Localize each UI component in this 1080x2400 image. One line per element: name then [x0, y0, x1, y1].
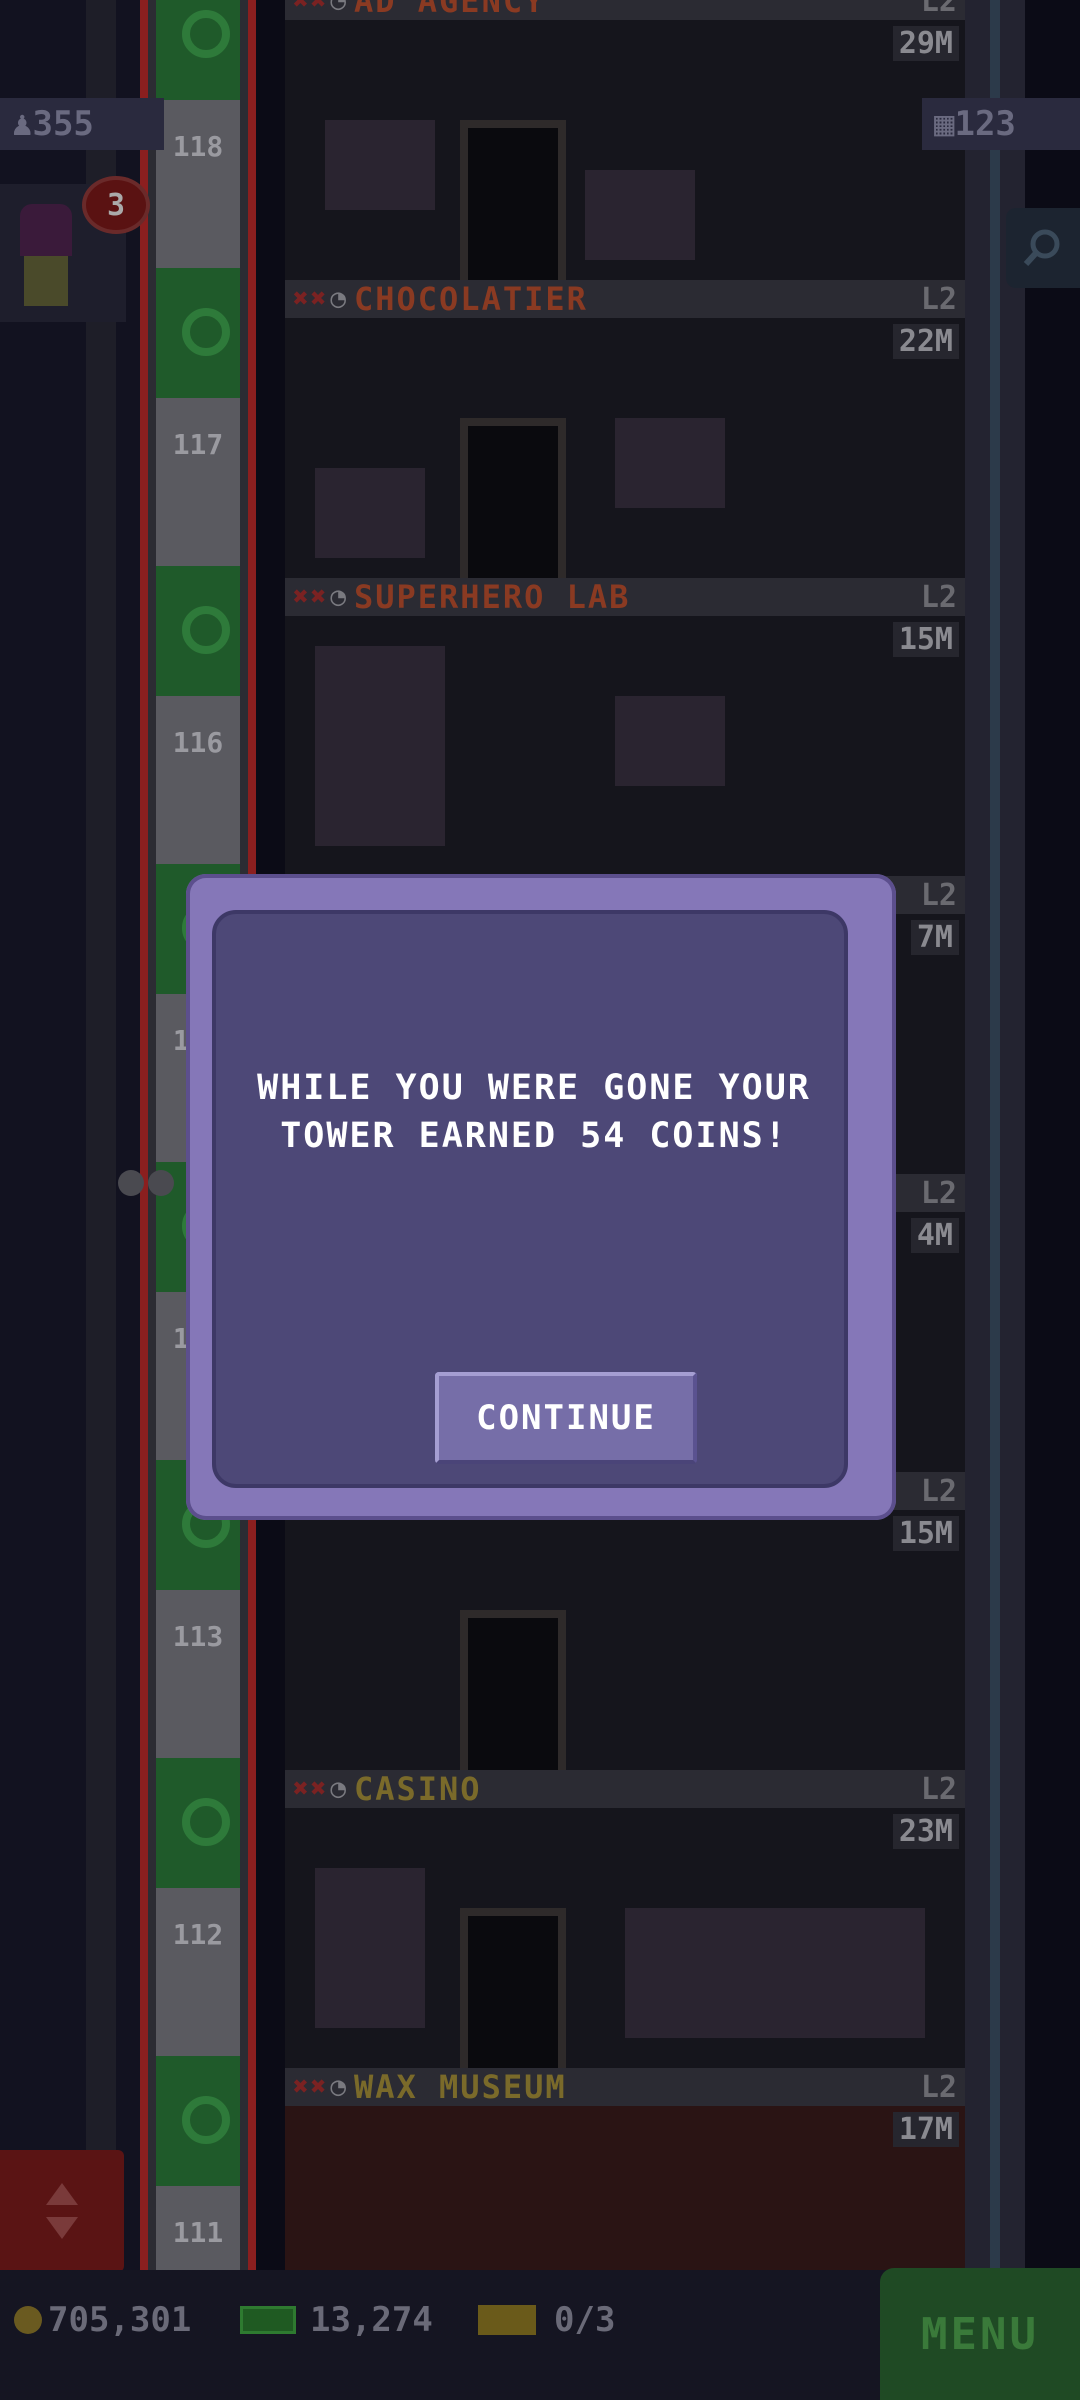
dialog-message-line: TOWER EARNED 54 COINS!: [280, 1116, 788, 1156]
offline-earnings-dialog: WHILE YOU WERE GONE YOUR TOWER EARNED 54…: [186, 874, 896, 1520]
dialog-message: WHILE YOU WERE GONE YOUR TOWER EARNED 54…: [216, 1064, 852, 1160]
dialog-message-line: WHILE YOU WERE GONE YOUR: [257, 1068, 811, 1108]
continue-button[interactable]: CONTINUE: [435, 1372, 697, 1464]
dialog-panel: WHILE YOU WERE GONE YOUR TOWER EARNED 54…: [212, 910, 848, 1488]
game-screen: 118 117 116 115 114 113 112 111: [0, 0, 1080, 2400]
